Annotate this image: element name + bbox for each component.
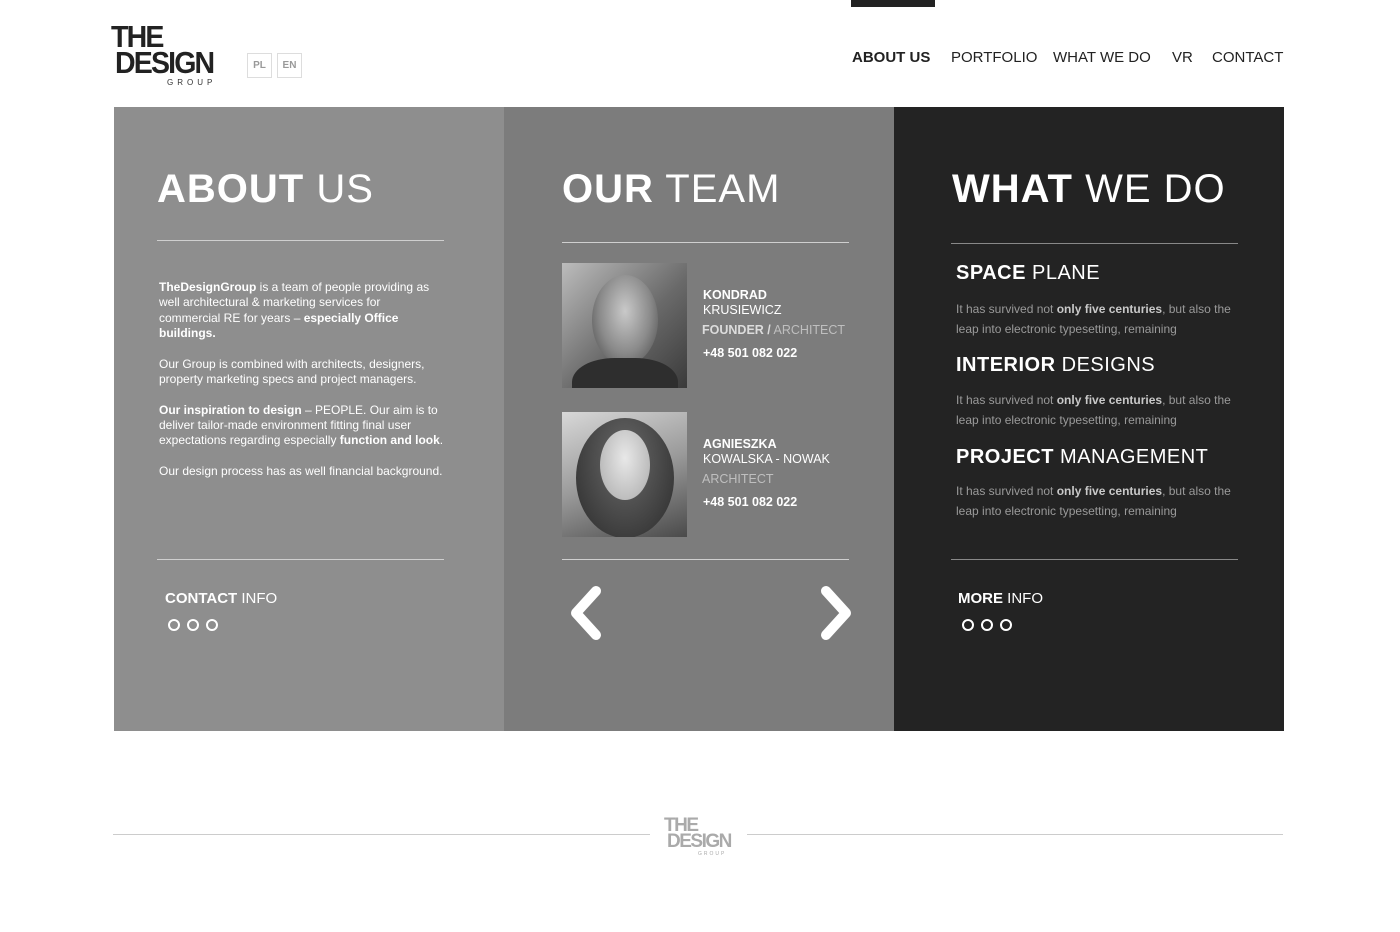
member-role-text: ARCHITECT: [702, 472, 774, 486]
dot-icon[interactable]: [981, 619, 993, 631]
about-paragraph-2: Our Group is combined with architects, d…: [159, 356, 425, 386]
about-p1-bold-1: TheDesignGroup: [159, 280, 257, 294]
about-divider-top: [157, 240, 444, 241]
portrait-shoulders: [572, 358, 678, 388]
team-title-bold: OUR: [562, 167, 654, 211]
about-description: TheDesignGroup is a team of people provi…: [159, 280, 444, 495]
service-text-1: It has survived not: [956, 393, 1057, 407]
about-title-bold: ABOUT: [157, 167, 305, 211]
member-role: ARCHITECT: [702, 472, 774, 486]
portrait-face: [592, 275, 658, 365]
about-title-light: US: [316, 167, 374, 211]
services-divider-top: [951, 243, 1238, 244]
member-role-bold: FOUNDER /: [702, 323, 771, 337]
member-role: FOUNDER / ARCHITECT: [702, 323, 845, 337]
dot-icon[interactable]: [187, 619, 199, 631]
services-title-light: WE DO: [1085, 167, 1226, 211]
about-us-panel: ABOUT US TheDesignGroup is a team of peo…: [114, 107, 504, 731]
member-phone[interactable]: +48 501 082 022: [703, 495, 797, 509]
about-paragraph-3: Our inspiration to design – PEOPLE. Our …: [159, 403, 444, 449]
chevron-right-icon[interactable]: [816, 585, 856, 641]
member-first-name: KONDRAD: [703, 288, 767, 302]
service-heading-bold: SPACE: [956, 262, 1026, 284]
logo-line-group: GROUP: [167, 78, 217, 87]
service-text-bold: only five centuries: [1056, 393, 1163, 407]
member-photo-agnieszka: [562, 412, 687, 537]
more-info-heading[interactable]: MORE INFO: [958, 590, 1043, 607]
about-p3-text-2: .: [439, 433, 444, 448]
service-text-bold: only five centuries: [1056, 484, 1163, 498]
dot-icon[interactable]: [206, 619, 218, 631]
nav-portfolio[interactable]: PORTFOLIO: [951, 49, 1037, 66]
member-first-name: AGNIESZKA: [703, 437, 777, 451]
member-role-text: ARCHITECT: [770, 323, 846, 337]
service-text-1: It has survived not: [956, 302, 1057, 316]
team-divider-top: [562, 242, 849, 243]
about-divider-bottom: [157, 559, 444, 560]
main-navigation: ABOUT US PORTFOLIO WHAT WE DO VR CONTACT: [0, 49, 1400, 69]
more-info-bold: MORE: [958, 590, 1003, 607]
member-photo-kondrad: [562, 263, 687, 388]
service-heading-light: DESIGNS: [1061, 354, 1156, 376]
service-heading-light: PLANE: [1031, 262, 1101, 284]
services-divider-bottom: [951, 559, 1238, 560]
portrait-face: [600, 430, 650, 500]
nav-what-we-do[interactable]: WHAT WE DO: [1053, 49, 1151, 66]
service-text-bold: only five centuries: [1056, 302, 1163, 316]
service-heading-bold: INTERIOR: [956, 354, 1056, 376]
chevron-left-icon[interactable]: [566, 585, 606, 641]
about-p3-bold-2: function and look: [339, 433, 440, 448]
footer-divider-left: [113, 834, 650, 835]
contact-info-dots: [168, 618, 225, 631]
footer-divider-right: [747, 834, 1283, 835]
about-p3-bold-1: Our inspiration to design: [159, 402, 302, 417]
what-we-do-panel: WHAT WE DO SPACE PLANE It has survived n…: [894, 107, 1284, 731]
service-heading[interactable]: INTERIOR DESIGNS: [956, 354, 1155, 377]
contact-info-bold: CONTACT: [165, 590, 238, 607]
about-paragraph-4: Our design process has as well financial…: [159, 464, 443, 479]
what-we-do-title: WHAT WE DO: [952, 167, 1226, 212]
service-text-1: It has survived not: [956, 484, 1057, 498]
service-heading[interactable]: PROJECT MANAGEMENT: [956, 446, 1208, 469]
more-info-dots: [962, 618, 1019, 631]
service-heading[interactable]: SPACE PLANE: [956, 262, 1100, 285]
nav-vr[interactable]: VR: [1172, 49, 1193, 66]
dot-icon[interactable]: [962, 619, 974, 631]
service-heading-bold: PROJECT: [956, 446, 1054, 468]
services-title-bold: WHAT: [952, 167, 1073, 211]
dot-icon[interactable]: [168, 619, 180, 631]
footer-logo[interactable]: THE DESIGN GROUP: [664, 816, 736, 860]
dot-icon[interactable]: [1000, 619, 1012, 631]
team-divider-bottom: [562, 559, 849, 560]
our-team-title: OUR TEAM: [562, 167, 780, 212]
contact-info-heading[interactable]: CONTACT INFO: [165, 590, 277, 607]
member-last-name: KOWALSKA - NOWAK: [703, 452, 830, 466]
footer-logo-design: DESIGN: [667, 831, 732, 852]
service-description: It has survived not only five centuries,…: [956, 390, 1246, 430]
active-nav-indicator: [851, 0, 935, 7]
about-us-title: ABOUT US: [157, 167, 374, 212]
our-team-panel: OUR TEAM KONDRAD KRUSIEWICZ FOUNDER / AR…: [504, 107, 894, 731]
footer-logo-group: GROUP: [698, 851, 727, 857]
service-description: It has survived not only five centuries,…: [956, 299, 1246, 339]
service-description: It has survived not only five centuries,…: [956, 481, 1246, 521]
member-phone[interactable]: +48 501 082 022: [703, 346, 797, 360]
service-heading-light: MANAGEMENT: [1060, 446, 1209, 468]
more-info-light: INFO: [1007, 590, 1044, 607]
nav-contact[interactable]: CONTACT: [1212, 49, 1283, 66]
team-title-light: TEAM: [665, 167, 781, 211]
contact-info-light: INFO: [241, 590, 278, 607]
nav-about-us[interactable]: ABOUT US: [852, 49, 930, 66]
member-last-name: KRUSIEWICZ: [703, 303, 782, 317]
about-paragraph-1: TheDesignGroup is a team of people provi…: [159, 280, 444, 341]
